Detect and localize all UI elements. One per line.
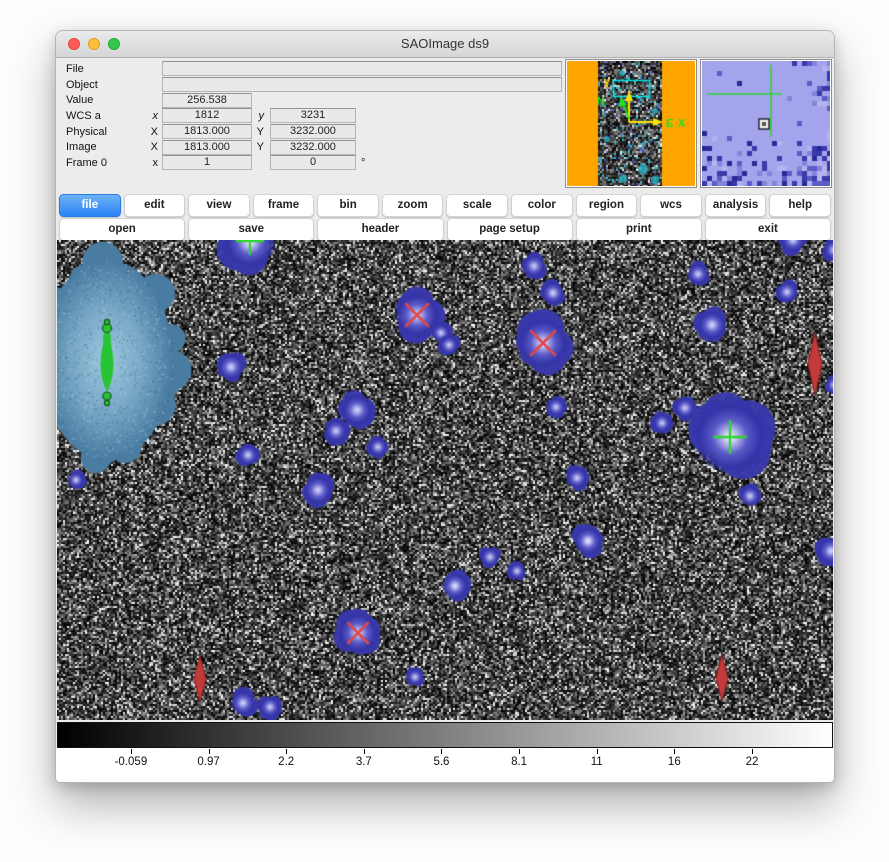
colorbar[interactable] xyxy=(57,722,833,748)
menu-button-analysis[interactable]: analysis xyxy=(705,194,767,217)
image-label: Image xyxy=(66,141,146,153)
sky-canvas[interactable] xyxy=(57,240,833,720)
value-field: 256.538 xyxy=(162,93,252,108)
colorbar-tick-label: 22 xyxy=(746,756,759,768)
frame-rotate-field: 0 xyxy=(270,155,356,170)
object-field xyxy=(162,77,562,92)
image-y-key: Y xyxy=(252,141,264,153)
wcs-x-field: 1812 xyxy=(162,108,252,123)
menu-button-zoom[interactable]: zoom xyxy=(382,194,444,217)
panner-box xyxy=(565,59,697,188)
menu-button-exit[interactable]: exit xyxy=(705,218,831,241)
colorbar-tick-label: 5.6 xyxy=(433,756,449,768)
colorbar-tick-label: 3.7 xyxy=(356,756,372,768)
desktop: SAOImage ds9 File Object Value 256.538 xyxy=(0,0,889,862)
colorbar-tick xyxy=(209,749,210,754)
colorbar-tick-label: -0.059 xyxy=(115,756,148,768)
menu-button-open[interactable]: open xyxy=(59,218,185,241)
physical-x-field: 1813.000 xyxy=(162,124,252,139)
colorbar-scale: -0.059 0.97 2.2 3.7 5.6 8.1 11 16 22 xyxy=(56,748,834,782)
menu-button-file[interactable]: file xyxy=(59,194,121,217)
colorbar-tick-label: 8.1 xyxy=(511,756,527,768)
traffic-lights xyxy=(68,38,120,50)
panner-canvas[interactable] xyxy=(567,61,695,186)
menu-button-region[interactable]: region xyxy=(576,194,638,217)
frame-label: Frame 0 xyxy=(66,157,146,169)
menu-button-color[interactable]: color xyxy=(511,194,573,217)
colorbar-tick xyxy=(131,749,132,754)
menu-button-edit[interactable]: edit xyxy=(124,194,186,217)
physical-label: Physical xyxy=(66,126,146,138)
file-field xyxy=(162,61,562,76)
minimize-button[interactable] xyxy=(88,38,100,50)
frame-x-key: x xyxy=(146,157,158,169)
colorbar-tick xyxy=(286,749,287,754)
image-display xyxy=(57,240,833,720)
colorbar-tick xyxy=(519,749,520,754)
zoom-window-button[interactable] xyxy=(108,38,120,50)
menu-button-scale[interactable]: scale xyxy=(446,194,508,217)
colorbar-tick xyxy=(674,749,675,754)
wcs-x-key: x xyxy=(146,110,158,122)
value-label: Value xyxy=(66,94,146,106)
object-label: Object xyxy=(66,79,146,91)
menu-button-header[interactable]: header xyxy=(317,218,443,241)
menu-button-print[interactable]: print xyxy=(576,218,702,241)
physical-x-key: X xyxy=(146,126,158,138)
colorbar-tick-label: 0.97 xyxy=(197,756,219,768)
menu-button-wcs[interactable]: wcs xyxy=(640,194,702,217)
frame-zoom-field: 1 xyxy=(162,155,252,170)
colorbar-tick-label: 2.2 xyxy=(278,756,294,768)
menu-button-page-setup[interactable]: page setup xyxy=(447,218,573,241)
magnifier-box xyxy=(700,59,832,188)
colorbar-tick xyxy=(752,749,753,754)
image-x-key: X xyxy=(146,141,158,153)
image-y-field: 3232.000 xyxy=(270,140,356,155)
degree-suffix: ° xyxy=(361,157,365,169)
colorbar-tick-label: 16 xyxy=(668,756,681,768)
colorbar-tick xyxy=(597,749,598,754)
menu-bar: fileeditviewframebinzoomscalecolorregion… xyxy=(56,194,834,217)
menu-button-bin[interactable]: bin xyxy=(317,194,379,217)
colorbar-tick-label: 11 xyxy=(591,756,603,768)
colorbar-tick xyxy=(441,749,442,754)
physical-y-field: 3232.000 xyxy=(270,124,356,139)
menu-button-frame[interactable]: frame xyxy=(253,194,315,217)
magnifier-canvas[interactable] xyxy=(702,61,830,186)
menu-button-view[interactable]: view xyxy=(188,194,250,217)
colorbar-tick xyxy=(364,749,365,754)
menu-button-help[interactable]: help xyxy=(769,194,831,217)
wcs-y-field: 3231 xyxy=(270,108,356,123)
file-label: File xyxy=(66,63,146,75)
close-button[interactable] xyxy=(68,38,80,50)
window-title: SAOImage ds9 xyxy=(56,31,834,57)
titlebar[interactable]: SAOImage ds9 xyxy=(56,31,834,58)
file-action-bar: opensaveheaderpage setupprintexit xyxy=(56,218,834,241)
physical-y-key: Y xyxy=(252,126,264,138)
wcs-label: WCS a xyxy=(66,110,146,122)
info-panel: File Object Value 256.538 WCS a x xyxy=(56,58,834,193)
wcs-y-key: y xyxy=(252,110,264,122)
image-x-field: 1813.000 xyxy=(162,140,252,155)
menu-button-save[interactable]: save xyxy=(188,218,314,241)
ds9-window: SAOImage ds9 File Object Value 256.538 xyxy=(55,30,835,783)
